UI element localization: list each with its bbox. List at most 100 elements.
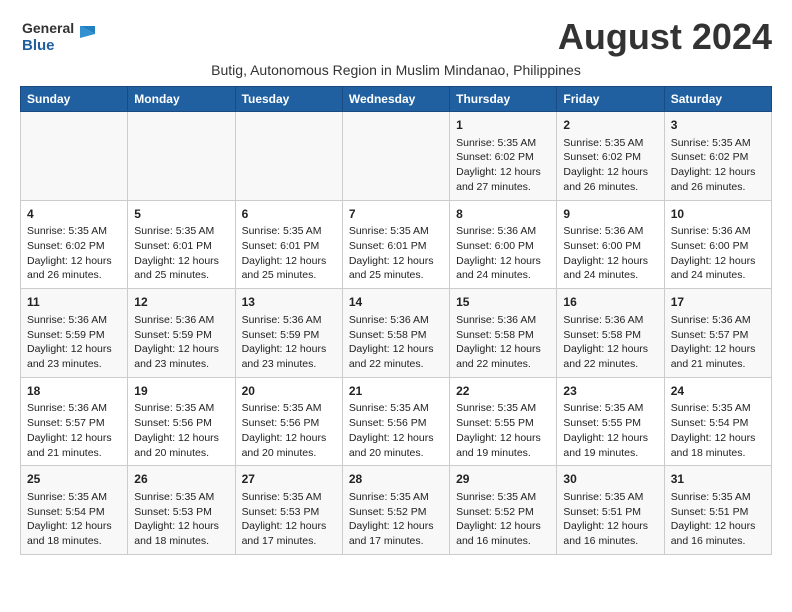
day-info: Sunrise: 5:36 AM bbox=[134, 313, 228, 328]
day-info: Daylight: 12 hours and 16 minutes. bbox=[671, 519, 765, 548]
day-info: Daylight: 12 hours and 25 minutes. bbox=[242, 254, 336, 283]
weekday-header-monday: Monday bbox=[128, 87, 235, 112]
day-number: 15 bbox=[456, 294, 550, 311]
calendar-cell: 27 Sunrise: 5:35 AMSunset: 5:53 PMDayligh… bbox=[235, 466, 342, 555]
day-info: Daylight: 12 hours and 23 minutes. bbox=[242, 342, 336, 371]
day-info: Sunrise: 5:35 AM bbox=[134, 490, 228, 505]
svg-text:General: General bbox=[22, 20, 74, 36]
day-number: 13 bbox=[242, 294, 336, 311]
weekday-header-thursday: Thursday bbox=[450, 87, 557, 112]
logo-svg: GeneralBlue bbox=[20, 16, 100, 56]
day-info: Daylight: 12 hours and 17 minutes. bbox=[349, 519, 443, 548]
calendar-cell: 15Sunrise: 5:36 AMSunset: 5:58 PMDayligh… bbox=[450, 289, 557, 378]
day-info: Sunset: 5:59 PM bbox=[242, 328, 336, 343]
svg-text:Blue: Blue bbox=[22, 37, 55, 54]
calendar-cell: 10Sunrise: 5:36 AMSunset: 6:00 PMDayligh… bbox=[664, 200, 771, 289]
day-info: Sunset: 6:00 PM bbox=[563, 239, 657, 254]
day-info: Daylight: 12 hours and 16 minutes. bbox=[456, 519, 550, 548]
day-info: Sunrise: 5:35 AM bbox=[456, 490, 550, 505]
day-info: Daylight: 12 hours and 20 minutes. bbox=[242, 431, 336, 460]
day-number: 8 bbox=[456, 206, 550, 223]
calendar-cell: 26Sunrise: 5:35 AMSunset: 5:53 PMDayligh… bbox=[128, 466, 235, 555]
day-number: 25 bbox=[27, 471, 121, 488]
weekday-header-tuesday: Tuesday bbox=[235, 87, 342, 112]
calendar-cell: 5Sunrise: 5:35 AMSunset: 6:01 PMDaylight… bbox=[128, 200, 235, 289]
day-info: Daylight: 12 hours and 19 minutes. bbox=[563, 431, 657, 460]
day-info: Daylight: 12 hours and 24 minutes. bbox=[563, 254, 657, 283]
day-info: Sunrise: 5:35 AM bbox=[671, 136, 765, 151]
week-row-2: 4Sunrise: 5:35 AMSunset: 6:02 PMDaylight… bbox=[21, 200, 772, 289]
calendar-cell: 8Sunrise: 5:36 AMSunset: 6:00 PMDaylight… bbox=[450, 200, 557, 289]
calendar-cell: 1Sunrise: 5:35 AMSunset: 6:02 PMDaylight… bbox=[450, 112, 557, 201]
day-info: Daylight: 12 hours and 22 minutes. bbox=[563, 342, 657, 371]
month-title: August 2024 bbox=[558, 16, 772, 58]
day-info: Sunrise: 5:36 AM bbox=[349, 313, 443, 328]
day-info: Sunset: 6:01 PM bbox=[349, 239, 443, 254]
day-info: Sunrise: 5:36 AM bbox=[563, 313, 657, 328]
day-number: 22 bbox=[456, 383, 550, 400]
calendar-cell: 13 Sunrise: 5:36 AMSunset: 5:59 PMDayligh… bbox=[235, 289, 342, 378]
day-info: Daylight: 12 hours and 18 minutes. bbox=[27, 519, 121, 548]
day-info: Sunset: 5:59 PM bbox=[134, 328, 228, 343]
calendar-cell: 2Sunrise: 5:35 AMSunset: 6:02 PMDaylight… bbox=[557, 112, 664, 201]
weekday-header-sunday: Sunday bbox=[21, 87, 128, 112]
day-info: Daylight: 12 hours and 16 minutes. bbox=[563, 519, 657, 548]
day-info: Sunset: 5:55 PM bbox=[563, 416, 657, 431]
day-number: 4 bbox=[27, 206, 121, 223]
day-info: Sunset: 5:56 PM bbox=[242, 416, 336, 431]
day-info: Sunrise: 5:36 AM bbox=[242, 313, 336, 328]
day-info: Daylight: 12 hours and 25 minutes. bbox=[134, 254, 228, 283]
logo: GeneralBlue bbox=[20, 16, 100, 56]
calendar-cell bbox=[235, 112, 342, 201]
day-info: Sunset: 5:58 PM bbox=[349, 328, 443, 343]
day-number: 27 bbox=[242, 471, 336, 488]
day-number: 3 bbox=[671, 117, 765, 134]
day-number: 30 bbox=[563, 471, 657, 488]
day-info: Sunrise: 5:36 AM bbox=[27, 401, 121, 416]
calendar-cell: 16Sunrise: 5:36 AMSunset: 5:58 PMDayligh… bbox=[557, 289, 664, 378]
day-info: Sunrise: 5:35 AM bbox=[563, 490, 657, 505]
calendar-cell: 4Sunrise: 5:35 AMSunset: 6:02 PMDaylight… bbox=[21, 200, 128, 289]
day-info: Daylight: 12 hours and 21 minutes. bbox=[27, 431, 121, 460]
day-info: Sunrise: 5:35 AM bbox=[242, 490, 336, 505]
day-info: Sunset: 6:02 PM bbox=[563, 150, 657, 165]
day-info: Sunrise: 5:36 AM bbox=[456, 224, 550, 239]
calendar-cell: 3Sunrise: 5:35 AMSunset: 6:02 PMDaylight… bbox=[664, 112, 771, 201]
day-info: Sunset: 5:59 PM bbox=[27, 328, 121, 343]
calendar-cell: 6Sunrise: 5:35 AMSunset: 6:01 PMDaylight… bbox=[235, 200, 342, 289]
day-info: Daylight: 12 hours and 24 minutes. bbox=[671, 254, 765, 283]
day-number: 6 bbox=[242, 206, 336, 223]
day-info: Daylight: 12 hours and 26 minutes. bbox=[27, 254, 121, 283]
day-number: 9 bbox=[563, 206, 657, 223]
day-info: Sunset: 6:02 PM bbox=[27, 239, 121, 254]
day-info: Sunrise: 5:36 AM bbox=[671, 313, 765, 328]
day-info: Sunrise: 5:35 AM bbox=[671, 490, 765, 505]
day-number: 19 bbox=[134, 383, 228, 400]
week-row-5: 25Sunrise: 5:35 AMSunset: 5:54 PMDayligh… bbox=[21, 466, 772, 555]
calendar-cell bbox=[21, 112, 128, 201]
day-number: 23 bbox=[563, 383, 657, 400]
calendar-cell: 24Sunrise: 5:35 AMSunset: 5:54 PMDayligh… bbox=[664, 377, 771, 466]
day-info: Sunset: 5:56 PM bbox=[349, 416, 443, 431]
day-number: 2 bbox=[563, 117, 657, 134]
day-info: Sunset: 5:51 PM bbox=[563, 505, 657, 520]
day-info: Sunrise: 5:35 AM bbox=[456, 401, 550, 416]
day-info: Sunrise: 5:35 AM bbox=[242, 224, 336, 239]
day-info: Sunset: 6:02 PM bbox=[671, 150, 765, 165]
day-info: Sunset: 5:53 PM bbox=[242, 505, 336, 520]
day-info: Daylight: 12 hours and 17 minutes. bbox=[242, 519, 336, 548]
day-info: Sunrise: 5:35 AM bbox=[134, 401, 228, 416]
day-info: Sunset: 5:57 PM bbox=[27, 416, 121, 431]
day-number: 10 bbox=[671, 206, 765, 223]
day-info: Sunrise: 5:35 AM bbox=[349, 490, 443, 505]
day-info: Sunrise: 5:35 AM bbox=[27, 224, 121, 239]
day-info: Sunrise: 5:36 AM bbox=[456, 313, 550, 328]
day-info: Sunrise: 5:35 AM bbox=[242, 401, 336, 416]
day-info: Sunset: 5:56 PM bbox=[134, 416, 228, 431]
calendar-cell: 18Sunrise: 5:36 AMSunset: 5:57 PMDayligh… bbox=[21, 377, 128, 466]
calendar-cell: 23Sunrise: 5:35 AMSunset: 5:55 PMDayligh… bbox=[557, 377, 664, 466]
day-info: Sunrise: 5:35 AM bbox=[563, 136, 657, 151]
day-info: Sunset: 5:52 PM bbox=[349, 505, 443, 520]
day-info: Daylight: 12 hours and 19 minutes. bbox=[456, 431, 550, 460]
day-info: Daylight: 12 hours and 22 minutes. bbox=[456, 342, 550, 371]
